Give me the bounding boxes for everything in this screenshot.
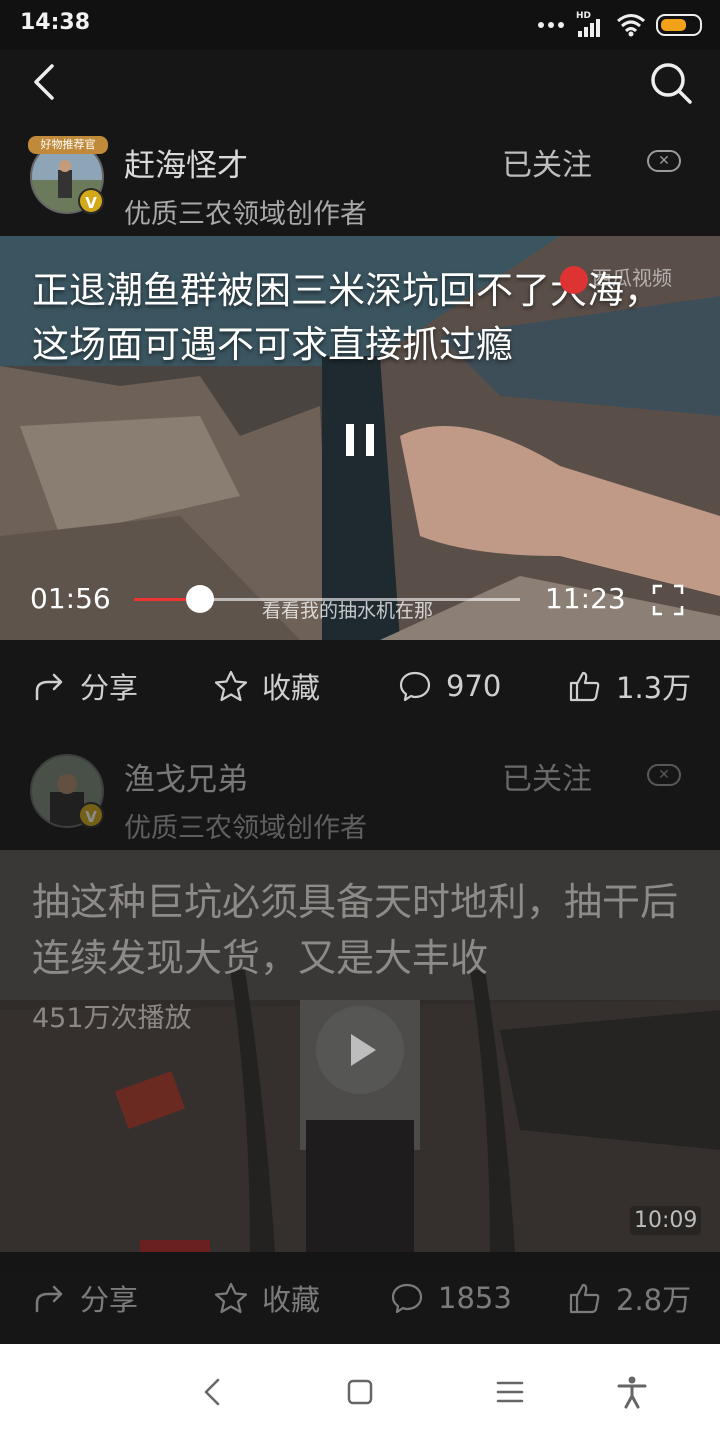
- thumbs-up-icon: [569, 671, 600, 702]
- signal-icon: HD: [574, 11, 606, 37]
- accessibility-icon[interactable]: [614, 1374, 650, 1410]
- video-duration: 10:09: [630, 1206, 702, 1235]
- status-time: 14:38: [20, 10, 91, 35]
- share-icon: [35, 1285, 63, 1313]
- author-description: 优质三农领域创作者: [124, 199, 367, 230]
- more-dots-icon: [538, 22, 564, 28]
- dismiss-icon[interactable]: ✕: [647, 764, 681, 786]
- fullscreen-icon[interactable]: [652, 584, 684, 616]
- status-icons: HD: [538, 11, 702, 38]
- verified-badge-icon: V: [78, 802, 104, 828]
- back-icon[interactable]: [22, 58, 70, 106]
- favorite-button[interactable]: 收藏: [214, 1252, 320, 1344]
- post1-author-row: 好物推荐官 V 赶海怪才 优质三农领域创作者 已关注 ✕: [0, 126, 720, 236]
- like-count: 1.3万: [616, 671, 692, 705]
- like-button[interactable]: 2.8万: [568, 1252, 691, 1344]
- battery-icon: [656, 14, 702, 36]
- status-bar: 14:38 HD: [0, 0, 720, 50]
- play-icon: [351, 1034, 376, 1066]
- favorite-button[interactable]: 收藏: [214, 640, 320, 732]
- xigua-logo-icon: [560, 265, 588, 294]
- comment-button[interactable]: 1853: [390, 1252, 512, 1344]
- share-icon: [35, 673, 63, 701]
- comment-count: 970: [446, 669, 502, 703]
- post2-author-row: V 渔戈兄弟 优质三农领域创作者 已关注 ✕: [0, 740, 720, 850]
- watermark-label: 西瓜视频: [592, 266, 672, 290]
- star-icon: [214, 1282, 248, 1314]
- share-button[interactable]: 分享: [34, 1252, 138, 1344]
- star-icon: [214, 670, 248, 702]
- watermark: 西瓜视频: [560, 262, 672, 294]
- video-subtitle: 看看我的抽水机在那: [262, 600, 434, 622]
- post1-actions: 分享 收藏 970 1.3万: [0, 640, 720, 732]
- current-time: 01:56: [30, 582, 111, 615]
- wifi-icon: [617, 14, 645, 37]
- avatar-ribbon: 好物推荐官: [28, 136, 108, 154]
- post2-actions: 分享 收藏 1853 2.8万: [0, 1252, 720, 1344]
- verified-badge-icon: V: [78, 188, 104, 214]
- favorite-label: 收藏: [262, 671, 321, 705]
- nav-home-icon[interactable]: [342, 1374, 378, 1410]
- video-title: 抽这种巨坑必须具备天时地利，抽干后连续发现大货，又是大丰收: [32, 880, 679, 980]
- nav-menu-icon[interactable]: [492, 1374, 528, 1410]
- author-name[interactable]: 赶海怪才: [124, 140, 248, 185]
- nav-back-icon[interactable]: [196, 1374, 232, 1410]
- video-player[interactable]: 正退潮鱼群被困三米深坑回不了大海，这场面可遇不可求直接抓过瘾 西瓜视频 01:5…: [0, 236, 720, 640]
- comment-button[interactable]: 970: [398, 640, 501, 732]
- play-count: 451万次播放: [32, 1003, 192, 1034]
- search-icon[interactable]: [646, 58, 698, 110]
- share-label: 分享: [80, 1283, 139, 1317]
- author-description: 优质三农领域创作者: [124, 813, 367, 844]
- pause-icon[interactable]: [346, 424, 374, 456]
- favorite-label: 收藏: [262, 1283, 321, 1317]
- follow-button[interactable]: 已关注: [502, 754, 592, 798]
- thumbs-up-icon: [569, 1283, 600, 1314]
- follow-button[interactable]: 已关注: [502, 140, 592, 184]
- share-button[interactable]: 分享: [34, 640, 138, 732]
- play-button[interactable]: [316, 1006, 404, 1094]
- top-nav: [0, 50, 720, 120]
- avatar[interactable]: V: [30, 750, 110, 830]
- system-nav-bar: [0, 1344, 720, 1440]
- video-thumbnail[interactable]: 抽这种巨坑必须具备天时地利，抽干后连续发现大货，又是大丰收 451万次播放 10…: [0, 850, 720, 1252]
- author-name[interactable]: 渔戈兄弟: [124, 754, 248, 799]
- progress-knob[interactable]: [185, 585, 214, 613]
- like-count: 2.8万: [616, 1283, 692, 1317]
- share-label: 分享: [80, 671, 139, 705]
- total-time: 11:23: [545, 582, 626, 615]
- like-button[interactable]: 1.3万: [568, 640, 691, 732]
- avatar[interactable]: 好物推荐官 V: [28, 136, 110, 216]
- comment-count: 1853: [438, 1281, 512, 1315]
- comment-icon: [399, 671, 431, 702]
- comment-icon: [391, 1283, 423, 1314]
- dismiss-icon[interactable]: ✕: [647, 150, 681, 172]
